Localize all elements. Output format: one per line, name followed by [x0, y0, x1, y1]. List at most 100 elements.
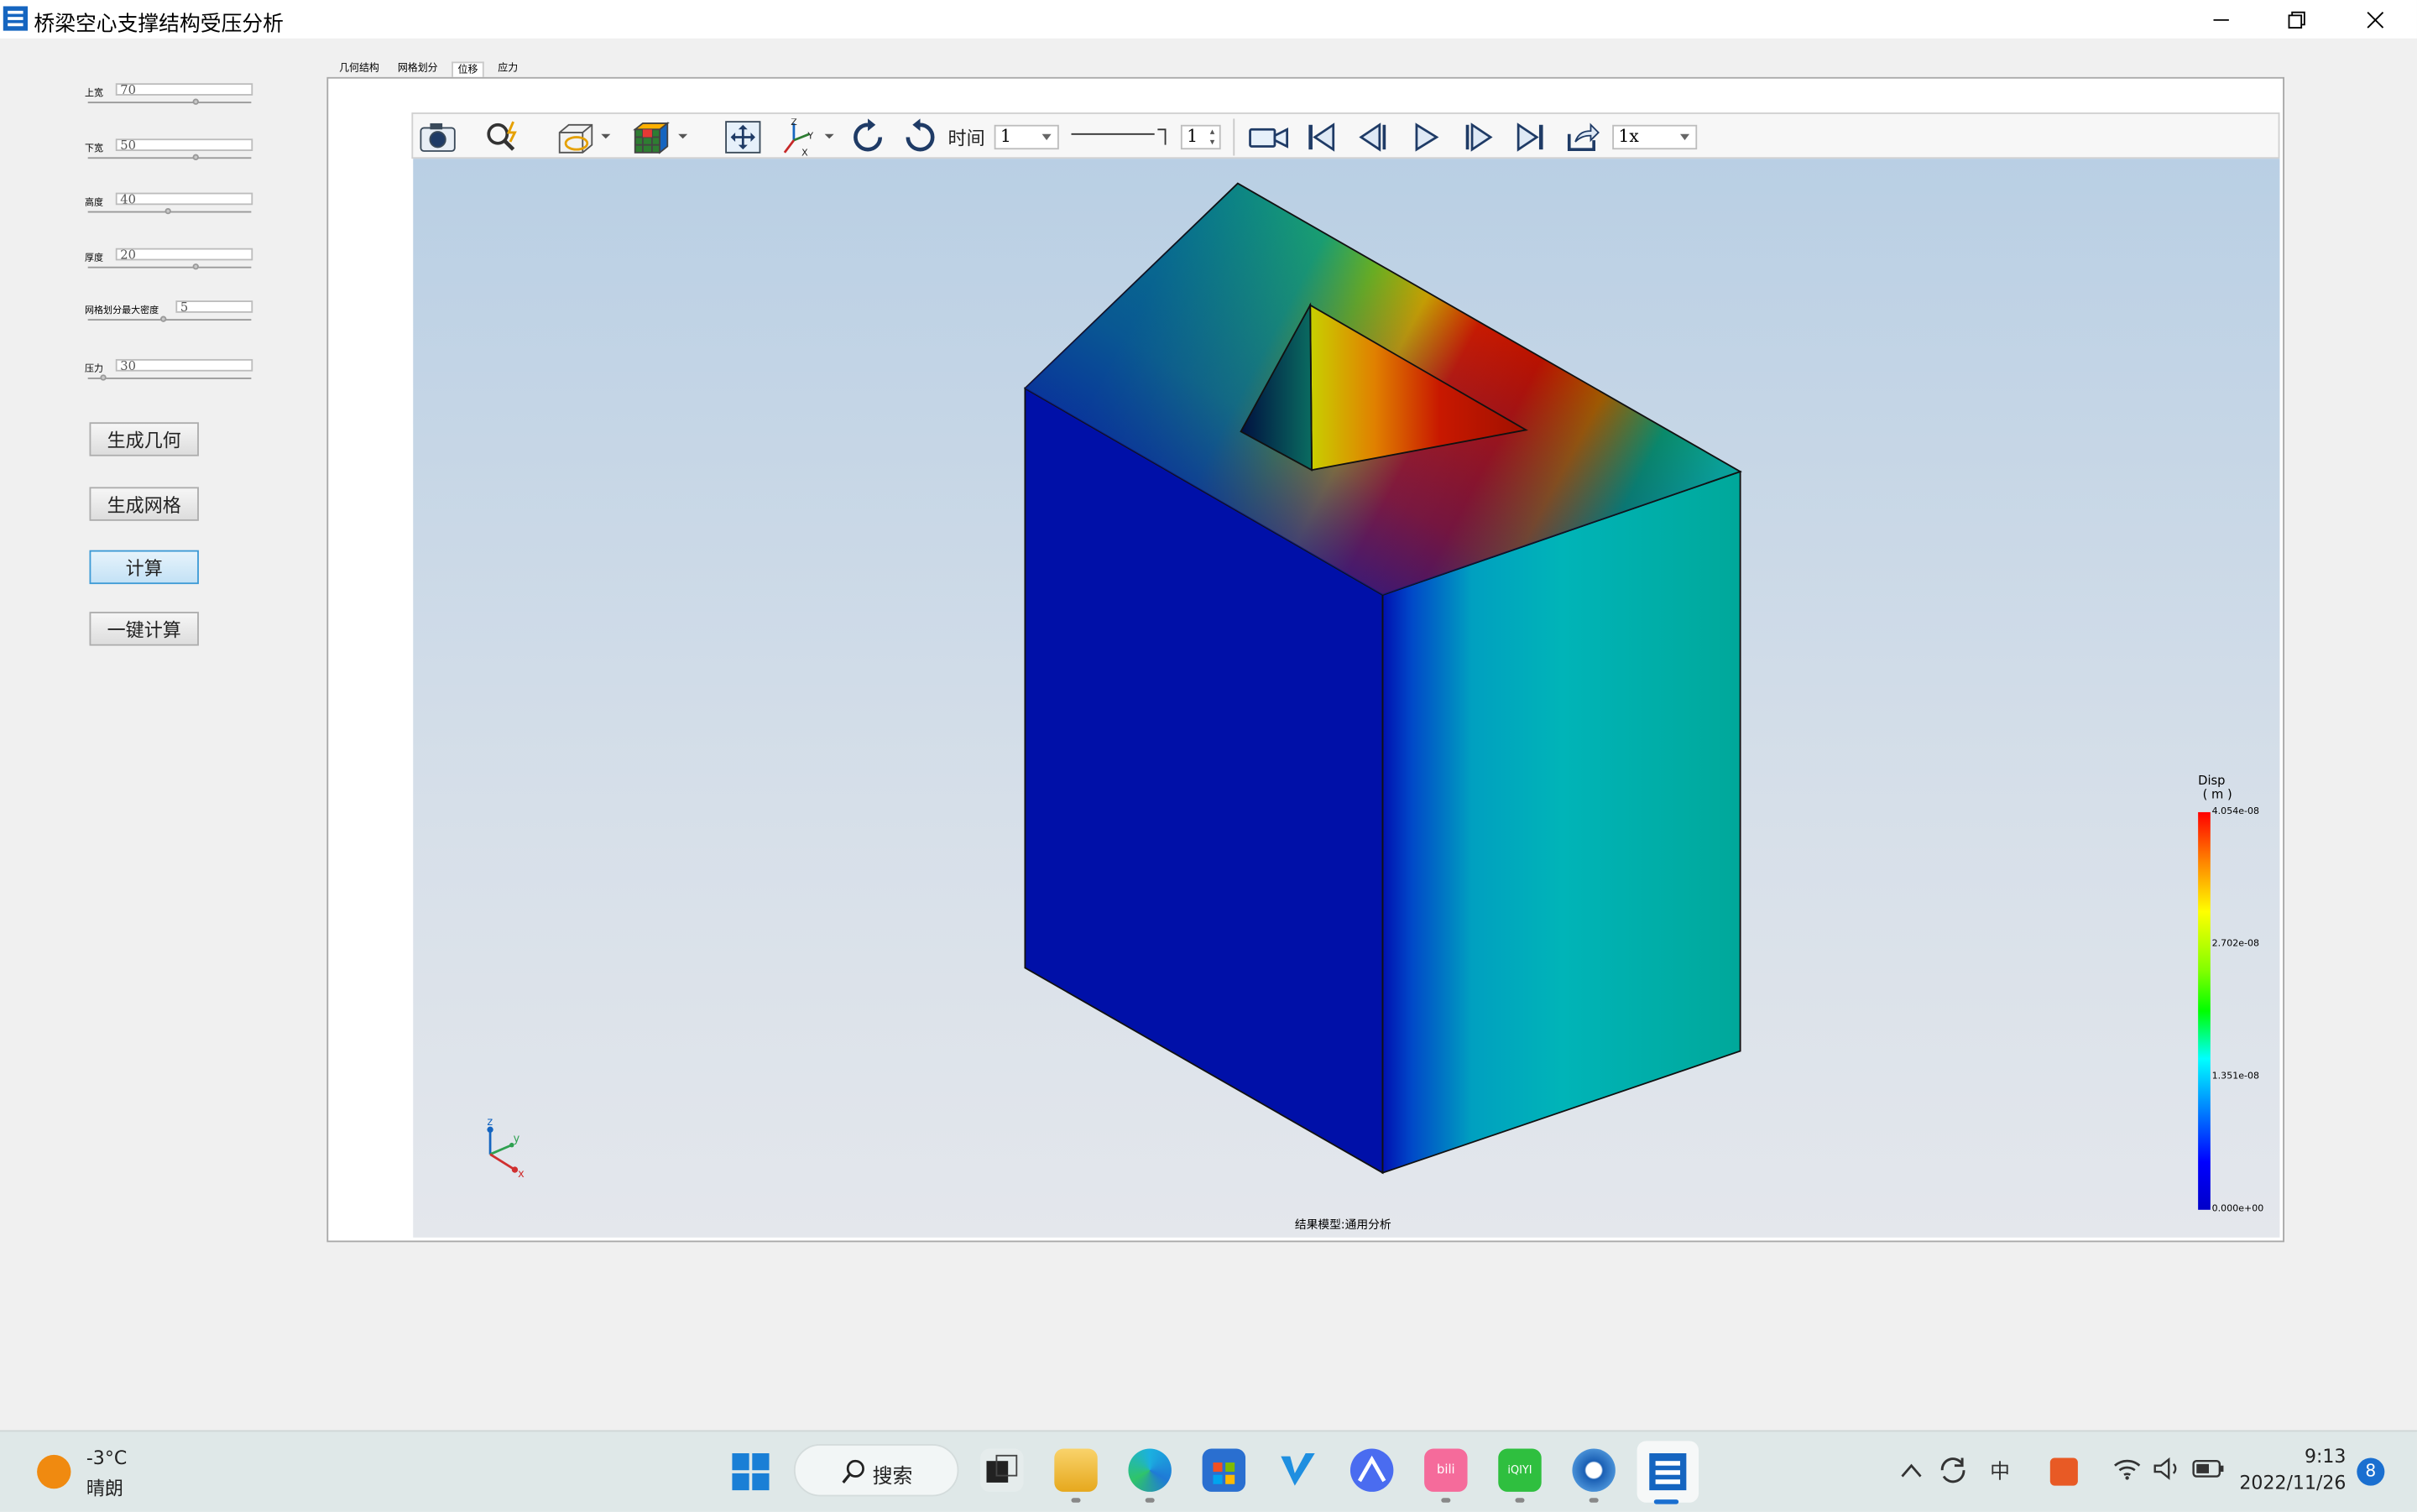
ime-indicator[interactable]: 中 — [1990, 1455, 2010, 1484]
microsoft-store-icon[interactable] — [1202, 1448, 1246, 1492]
frame-spinbox[interactable]: 1 ▴ ▾ — [1180, 124, 1221, 150]
top-width-slider-track[interactable] — [87, 102, 252, 104]
steam-like-app-icon[interactable] — [1572, 1448, 1616, 1492]
a-logo-icon — [1357, 1455, 1386, 1483]
notification-badge[interactable]: 8 — [2357, 1457, 2385, 1486]
spin-arrows-icon: ▴ ▾ — [1209, 126, 1215, 149]
bottom-width-input[interactable]: 50 — [115, 138, 253, 152]
weather-temperature[interactable]: -3°C — [86, 1447, 127, 1469]
weather-description[interactable]: 晴朗 — [86, 1475, 123, 1501]
bilibili-icon[interactable]: bili — [1424, 1448, 1468, 1492]
color-map-button[interactable] — [626, 114, 691, 160]
tab-stress[interactable]: 应力 — [493, 61, 523, 76]
v-app-icon[interactable] — [1276, 1448, 1319, 1491]
mesh-density-slider-thumb[interactable] — [159, 315, 166, 322]
last-frame-button[interactable] — [1511, 114, 1551, 160]
fit-view-button[interactable] — [722, 114, 765, 160]
height-input[interactable]: 40 — [115, 192, 253, 206]
bottom-width-slider-thumb[interactable] — [191, 154, 199, 161]
param-label: 上宽 — [85, 87, 104, 99]
legend-quantity: Disp — [2198, 774, 2226, 788]
rotate-cw-icon — [854, 118, 883, 152]
edge-browser-icon[interactable] — [1128, 1448, 1172, 1492]
rotate-cw-button[interactable] — [848, 114, 888, 160]
dropdown-arrow-icon — [1041, 133, 1052, 141]
height-slider-thumb[interactable] — [164, 207, 171, 215]
axis-y-label: y — [514, 1133, 520, 1145]
play-button[interactable] — [1406, 114, 1446, 160]
sogou-input-icon[interactable] — [2049, 1457, 2078, 1486]
task-view-icon[interactable] — [980, 1448, 1024, 1492]
video-camera-icon — [1249, 128, 1289, 149]
mesh-density-input[interactable]: 5 — [175, 300, 253, 314]
first-frame-button[interactable] — [1301, 114, 1341, 160]
next-frame-button[interactable] — [1459, 114, 1499, 160]
running-indicator — [1515, 1498, 1525, 1503]
svg-text:X: X — [801, 148, 808, 156]
orientation-axes-icon: z y x — [487, 1116, 525, 1181]
param-label: 高度 — [85, 197, 104, 208]
screenshot-button[interactable] — [416, 114, 459, 160]
system-clock[interactable]: 9:13 2022/11/26 — [2239, 1444, 2346, 1496]
app-icon — [1649, 1453, 1687, 1491]
zoom-fit-button[interactable] — [481, 114, 524, 160]
play-icon — [1415, 123, 1439, 152]
app-icon — [3, 6, 29, 31]
sync-icon[interactable] — [1936, 1453, 1970, 1487]
chevron-up-icon[interactable] — [1899, 1461, 1924, 1479]
running-indicator — [1145, 1498, 1155, 1503]
start-icon[interactable] — [731, 1452, 771, 1492]
active-indicator — [1653, 1499, 1679, 1504]
rotate-ccw-icon — [906, 118, 935, 152]
rotate-ccw-button[interactable] — [901, 114, 941, 160]
wifi-icon[interactable] — [2112, 1457, 2143, 1481]
thickness-slider-track[interactable] — [87, 266, 252, 269]
legend-color-bar — [2198, 811, 2211, 1210]
param-label: 厚度 — [85, 253, 104, 264]
clock-time: 9:13 — [2304, 1445, 2347, 1468]
tab-displacement[interactable]: 位移 — [452, 61, 484, 77]
speed-select[interactable]: 1x — [1612, 124, 1698, 150]
tab-geometry[interactable]: 几何结构 — [335, 61, 384, 76]
close-button[interactable] — [2340, 0, 2410, 39]
compute-button[interactable]: 计算 — [89, 550, 199, 585]
thickness-slider-thumb[interactable] — [191, 263, 199, 270]
time-select[interactable]: 1 — [994, 124, 1059, 150]
cube-display-icon — [558, 123, 611, 154]
model-render — [1023, 182, 1742, 1175]
volume-icon[interactable] — [2152, 1457, 2183, 1481]
one-click-compute-button[interactable]: 一键计算 — [89, 612, 199, 646]
iqiyi-icon[interactable]: iQIYI — [1498, 1448, 1542, 1492]
pressure-input[interactable]: 30 — [115, 358, 253, 373]
3d-viewport[interactable]: z y x — [413, 159, 2280, 1238]
top-width-slider-thumb[interactable] — [191, 98, 199, 105]
axis-orientation-button[interactable]: Z YX — [777, 114, 838, 160]
time-slider[interactable] — [1070, 114, 1172, 160]
display-mode-button[interactable] — [552, 114, 613, 160]
file-explorer-icon[interactable] — [1054, 1448, 1098, 1492]
restore-button[interactable] — [2261, 0, 2331, 39]
generate-mesh-button[interactable]: 生成网格 — [89, 487, 199, 521]
record-video-button[interactable] — [1245, 114, 1292, 160]
active-app-icon[interactable] — [1637, 1441, 1699, 1503]
a-app-icon[interactable] — [1349, 1448, 1394, 1492]
battery-icon[interactable] — [2192, 1459, 2226, 1479]
bottom-width-slider-track[interactable] — [87, 157, 252, 159]
weather-sun-icon[interactable] — [35, 1453, 72, 1490]
export-button[interactable] — [1563, 114, 1603, 160]
legend-min-value: 0.000e+00 — [2211, 1203, 2264, 1215]
running-indicator — [1071, 1498, 1081, 1503]
step-back-icon — [1359, 123, 1386, 152]
skip-last-icon — [1516, 123, 1543, 152]
generate-geometry-button[interactable]: 生成几何 — [89, 422, 199, 456]
previous-frame-button[interactable] — [1354, 114, 1394, 160]
minimize-button[interactable] — [2185, 0, 2256, 39]
pressure-slider-track[interactable] — [87, 377, 252, 379]
export-icon — [1567, 123, 1600, 151]
taskbar-search[interactable]: 搜索 — [793, 1443, 959, 1497]
top-width-input[interactable]: 70 — [115, 83, 253, 96]
thickness-input[interactable]: 20 — [115, 248, 253, 261]
tab-mesh[interactable]: 网格划分 — [393, 61, 442, 76]
mesh-density-slider-track[interactable] — [87, 319, 252, 321]
time-select-value: 1 — [1000, 126, 1011, 147]
